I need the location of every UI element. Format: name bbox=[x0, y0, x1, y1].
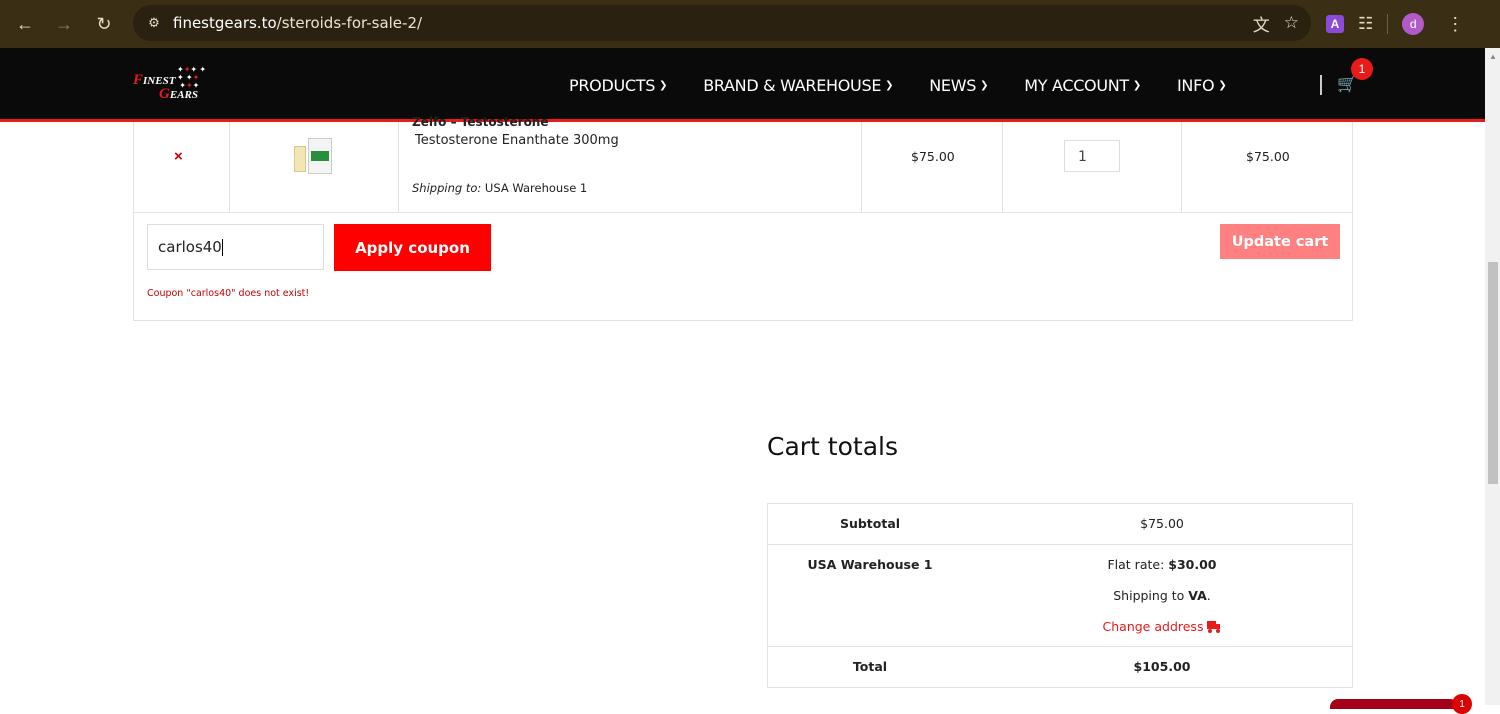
translate-icon[interactable]: 文 bbox=[1253, 11, 1270, 36]
browser-menu-icon[interactable]: ⋮ bbox=[1446, 14, 1464, 35]
product-title-cut[interactable]: Zelfo – Testosterone bbox=[412, 115, 549, 129]
column-divider bbox=[229, 122, 230, 213]
chevron-down-icon: ❯ bbox=[1218, 79, 1227, 91]
total-value: $105.00 bbox=[1133, 659, 1191, 674]
reload-icon[interactable]: ↻ bbox=[84, 4, 124, 44]
chevron-down-icon: ❯ bbox=[1132, 79, 1142, 91]
cart-table: × Zelfo – Testosterone Testosterone Enan… bbox=[133, 115, 1353, 321]
scrollbar-thumb[interactable] bbox=[1488, 262, 1498, 484]
chevron-down-icon: ❯ bbox=[885, 79, 894, 91]
extensions-puzzle-icon[interactable]: ☷ bbox=[1358, 14, 1373, 34]
chat-badge[interactable]: 1 bbox=[1452, 694, 1472, 714]
url-host: finestgears.to bbox=[173, 14, 277, 32]
column-divider bbox=[1002, 122, 1003, 213]
item-subtotal: $75.00 bbox=[1246, 149, 1290, 164]
browser-toolbar: ← → ↻ ⚙ finestgears.to/steroids-for-sale… bbox=[0, 0, 1500, 48]
quantity-input[interactable]: 1 bbox=[1064, 140, 1120, 172]
shipping-row: USA Warehouse 1 Flat rate: $30.00 Shippi… bbox=[768, 545, 1352, 647]
product-thumbnail[interactable] bbox=[294, 138, 334, 176]
url-path: /steroids-for-sale-2/ bbox=[276, 14, 423, 32]
menu-my-account[interactable]: MY ACCOUNT ❯ bbox=[1024, 76, 1141, 95]
item-price: $75.00 bbox=[911, 149, 955, 164]
chevron-down-icon: ❯ bbox=[980, 79, 989, 91]
shipping-method-label: USA Warehouse 1 bbox=[807, 557, 933, 572]
item-shipping-to: Shipping to: USA Warehouse 1 bbox=[412, 181, 588, 195]
cart-item-row: × Zelfo – Testosterone Testosterone Enan… bbox=[134, 115, 1352, 213]
header-divider bbox=[1320, 75, 1322, 95]
chevron-down-icon: ❯ bbox=[659, 79, 668, 91]
subtotal-value: $75.00 bbox=[1140, 516, 1184, 531]
shipping-destination: Shipping to VA. bbox=[1113, 588, 1211, 603]
back-icon[interactable]: ← bbox=[5, 4, 45, 44]
menu-news[interactable]: NEWS ❯ bbox=[929, 76, 988, 95]
address-bar[interactable]: ⚙ finestgears.to/steroids-for-sale-2/ 文 … bbox=[133, 5, 1311, 41]
change-address-link[interactable]: Change address bbox=[972, 619, 1352, 634]
toolbar-separator bbox=[1387, 14, 1389, 34]
total-row: Total $105.00 bbox=[768, 647, 1352, 688]
menu-brand-warehouse[interactable]: BRAND & WAREHOUSE ❯ bbox=[703, 76, 893, 95]
column-divider bbox=[398, 122, 399, 213]
bookmark-star-icon[interactable]: ☆ bbox=[1284, 13, 1299, 33]
update-cart-button[interactable]: Update cart bbox=[1220, 224, 1340, 259]
site-info-icon[interactable]: ⚙ bbox=[143, 12, 165, 34]
column-divider bbox=[1181, 122, 1182, 213]
remove-item-icon[interactable]: × bbox=[174, 148, 183, 165]
truck-icon bbox=[1207, 621, 1221, 633]
menu-products[interactable]: PRODUCTS ❯ bbox=[569, 76, 667, 95]
column-divider bbox=[861, 122, 862, 213]
total-label: Total bbox=[852, 659, 888, 674]
subtotal-label: Subtotal bbox=[839, 516, 901, 531]
apply-coupon-button[interactable]: Apply coupon bbox=[334, 224, 491, 271]
cart-totals-heading: Cart totals bbox=[767, 432, 898, 461]
floating-chat-widget[interactable] bbox=[1330, 699, 1458, 709]
forward-icon[interactable]: → bbox=[44, 4, 84, 44]
subtotal-row: Subtotal $75.00 bbox=[768, 504, 1352, 545]
cart-count-badge[interactable]: 1 bbox=[1351, 58, 1373, 80]
cart-totals-table: Subtotal $75.00 USA Warehouse 1 Flat rat… bbox=[767, 503, 1353, 688]
site-header: FINEST GEARS ✦✦✦ ✦ ✦ ✦✦ ✦✦✦ PRODUCTS ❯ BRA… bbox=[0, 48, 1485, 122]
coupon-error-message: Coupon "carlos40" does not exist! bbox=[147, 288, 310, 299]
product-name: Testosterone Enanthate 300mg bbox=[415, 133, 619, 148]
scroll-up-icon[interactable]: ▲ bbox=[1489, 52, 1497, 61]
profile-avatar[interactable]: d bbox=[1402, 13, 1425, 35]
coupon-code-input[interactable]: carlos40 bbox=[147, 224, 324, 270]
main-menu: PRODUCTS ❯ BRAND & WAREHOUSE ❯ NEWS ❯ MY AC… bbox=[569, 48, 1262, 122]
logo-stars-icon: ✦✦✦ ✦ ✦ ✦✦ ✦✦✦ bbox=[177, 65, 207, 90]
flat-rate: Flat rate: $30.00 bbox=[1107, 557, 1217, 572]
extension-a-icon[interactable]: A bbox=[1326, 15, 1344, 33]
menu-info[interactable]: INFO ❯ bbox=[1177, 76, 1227, 95]
site-logo[interactable]: FINEST GEARS ✦✦✦ ✦ ✦ ✦✦ ✦✦✦ bbox=[133, 66, 223, 106]
url-text[interactable]: finestgears.to/steroids-for-sale-2/ bbox=[173, 14, 422, 32]
